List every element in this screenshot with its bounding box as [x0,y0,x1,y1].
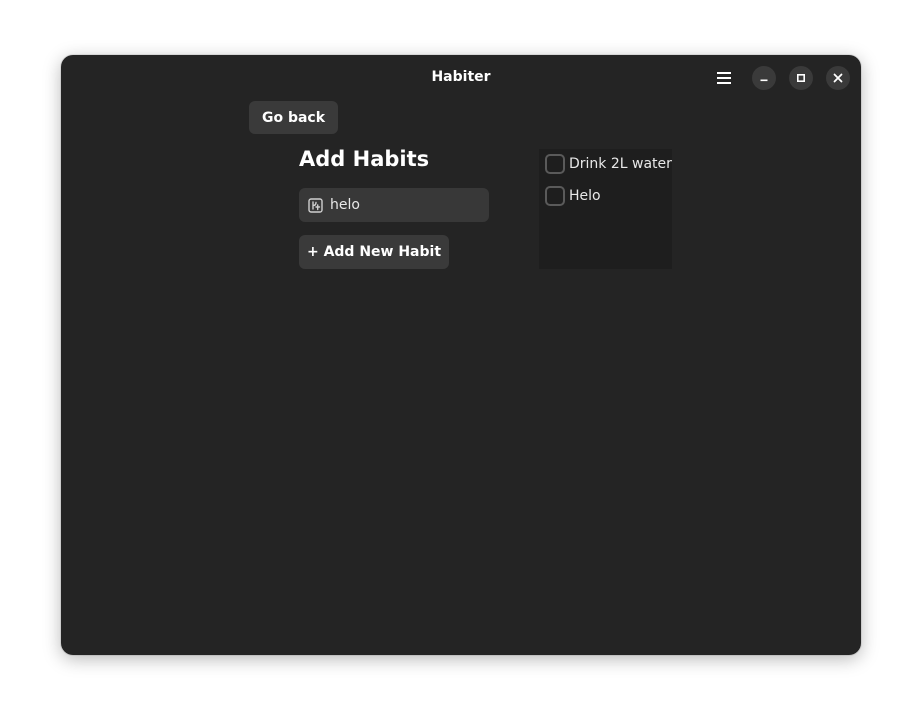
habit-label: Drink 2L water [569,156,672,172]
habit-name-input-value[interactable]: helo [330,197,360,213]
minimize-button[interactable] [752,66,776,90]
habit-item[interactable]: Helo [545,185,601,207]
headerbar: Habiter [61,55,861,101]
close-button[interactable] [826,66,850,90]
hamburger-menu-icon [717,72,731,84]
main-menu-button[interactable] [709,66,739,90]
habit-name-input[interactable]: helo [299,188,489,222]
maximize-button[interactable] [789,66,813,90]
habit-checkbox[interactable] [545,154,565,174]
app-window: Habiter Go back Add Habits helo + Add Ne… [61,55,861,655]
close-icon [833,73,843,83]
emoji-picker-icon[interactable] [308,197,323,213]
go-back-button[interactable]: Go back [249,101,338,134]
habit-list: Drink 2L water Helo [539,149,672,269]
maximize-icon [796,73,806,83]
habit-label: Helo [569,188,601,204]
add-habits-title: Add Habits [299,147,430,171]
window-title: Habiter [431,69,491,85]
habit-item[interactable]: Drink 2L water [545,153,672,175]
minimize-icon [760,79,768,82]
habit-checkbox[interactable] [545,186,565,206]
add-new-habit-button[interactable]: + Add New Habit [299,235,449,269]
